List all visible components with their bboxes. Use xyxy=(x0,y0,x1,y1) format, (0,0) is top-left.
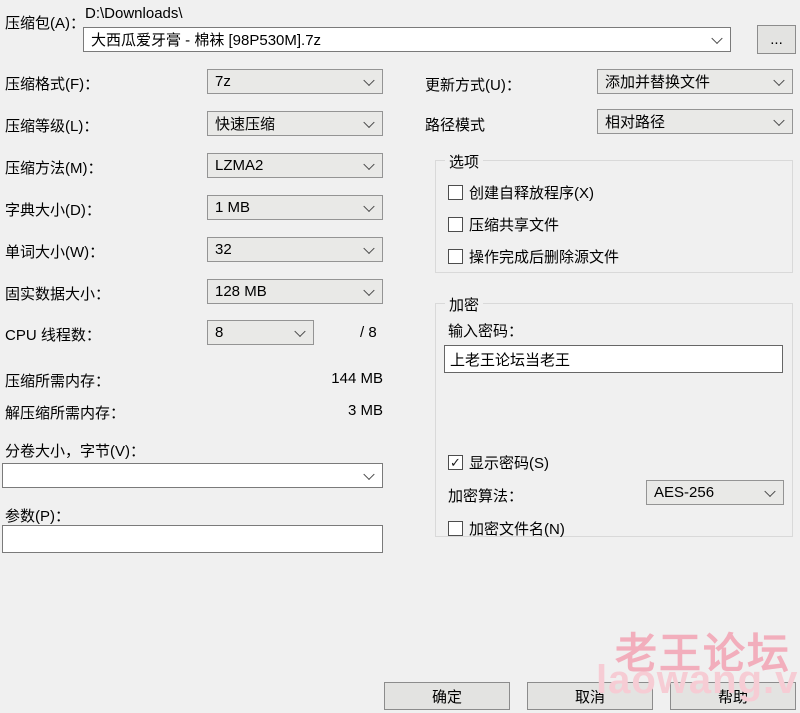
checkbox-compress-shared[interactable]: 压缩共享文件 xyxy=(448,214,559,235)
update-mode-value: 添加并替换文件 xyxy=(605,71,710,92)
level-dropdown[interactable]: 快速压缩 xyxy=(207,111,383,136)
path-mode-value: 相对路径 xyxy=(605,111,665,132)
chevron-down-icon xyxy=(363,158,374,169)
checkbox-icon[interactable] xyxy=(448,217,463,232)
word-size-value: 32 xyxy=(215,241,232,258)
encryption-method-value: AES-256 xyxy=(654,484,714,501)
solid-block-value: 128 MB xyxy=(215,283,267,300)
split-volume-label: 分卷大小，字节(V)： xyxy=(5,440,145,461)
encryption-group-title: 加密 xyxy=(445,294,483,315)
format-value: 7z xyxy=(215,73,231,90)
cpu-threads-max: / 8 xyxy=(360,324,377,341)
watermark-text: 老王论坛 xyxy=(615,620,791,681)
cpu-threads-label: CPU 线程数： xyxy=(5,324,101,345)
split-volume-combobox[interactable] xyxy=(2,463,383,488)
word-size-label: 单词大小(W)： xyxy=(5,241,104,262)
browse-button[interactable]: ... xyxy=(757,25,796,54)
options-group-title: 选项 xyxy=(445,151,483,172)
update-mode-dropdown[interactable]: 添加并替换文件 xyxy=(597,69,793,94)
chevron-down-icon xyxy=(363,284,374,295)
archive-label: 压缩包(A)： xyxy=(5,12,85,33)
parameters-input[interactable] xyxy=(2,525,383,553)
path-mode-dropdown[interactable]: 相对路径 xyxy=(597,109,793,134)
chevron-down-icon xyxy=(764,485,775,496)
cpu-threads-dropdown[interactable]: 8 xyxy=(207,320,314,345)
parameters-label: 参数(P)： xyxy=(5,505,70,526)
checkbox-label: 加密文件名(N) xyxy=(469,518,565,539)
checkbox-create-sfx[interactable]: 创建自释放程序(X) xyxy=(448,182,594,203)
dictionary-dropdown[interactable]: 1 MB xyxy=(207,195,383,220)
chevron-down-icon xyxy=(711,32,722,43)
chevron-down-icon xyxy=(294,325,305,336)
encryption-method-dropdown[interactable]: AES-256 xyxy=(646,480,784,505)
solid-block-dropdown[interactable]: 128 MB xyxy=(207,279,383,304)
dictionary-value: 1 MB xyxy=(215,199,250,216)
help-button[interactable]: 帮助 xyxy=(670,682,796,710)
checkbox-icon[interactable] xyxy=(448,249,463,264)
encryption-groupbox: 加密 输入密码： 显示密码(S) 加密算法： AES-256 加密文件名(N) xyxy=(435,303,793,537)
format-label: 压缩格式(F)： xyxy=(5,73,99,94)
chevron-down-icon xyxy=(363,242,374,253)
checkbox-delete-after[interactable]: 操作完成后删除源文件 xyxy=(448,246,619,267)
options-groupbox: 选项 创建自释放程序(X) 压缩共享文件 操作完成后删除源文件 xyxy=(435,160,793,273)
method-label: 压缩方法(M)： xyxy=(5,157,103,178)
word-size-dropdown[interactable]: 32 xyxy=(207,237,383,262)
dictionary-label: 字典大小(D)： xyxy=(5,199,101,220)
memory-decompress-value: 3 MB xyxy=(280,402,383,419)
update-mode-label: 更新方式(U)： xyxy=(425,74,521,95)
chevron-down-icon xyxy=(363,200,374,211)
archive-filename-text: 大西瓜爱牙膏 - 棉袜 [98P530M].7z xyxy=(91,29,321,50)
format-dropdown[interactable]: 7z xyxy=(207,69,383,94)
method-value: LZMA2 xyxy=(215,157,263,174)
password-label: 输入密码： xyxy=(448,320,523,341)
memory-compress-value: 144 MB xyxy=(280,370,383,387)
memory-compress-label: 压缩所需内存： xyxy=(5,370,110,391)
checkbox-encrypt-filenames[interactable]: 加密文件名(N) xyxy=(448,518,565,539)
cpu-threads-value: 8 xyxy=(215,324,223,341)
chevron-down-icon xyxy=(363,468,374,479)
chevron-down-icon xyxy=(363,116,374,127)
checkbox-icon[interactable] xyxy=(448,455,463,470)
checkbox-icon[interactable] xyxy=(448,185,463,200)
method-dropdown[interactable]: LZMA2 xyxy=(207,153,383,178)
checkbox-label: 显示密码(S) xyxy=(469,452,549,473)
password-input[interactable] xyxy=(444,345,783,373)
checkbox-label: 操作完成后删除源文件 xyxy=(469,246,619,267)
ok-button[interactable]: 确定 xyxy=(384,682,510,710)
checkbox-label: 创建自释放程序(X) xyxy=(469,182,594,203)
checkbox-icon[interactable] xyxy=(448,521,463,536)
level-value: 快速压缩 xyxy=(215,113,275,134)
cancel-button[interactable]: 取消 xyxy=(527,682,653,710)
encryption-method-label: 加密算法： xyxy=(448,485,523,506)
archive-filename-combobox[interactable]: 大西瓜爱牙膏 - 棉袜 [98P530M].7z xyxy=(83,27,731,52)
memory-decompress-label: 解压缩所需内存： xyxy=(5,402,125,423)
path-mode-label: 路径模式 xyxy=(425,114,485,135)
checkbox-label: 压缩共享文件 xyxy=(469,214,559,235)
checkbox-show-password[interactable]: 显示密码(S) xyxy=(448,452,549,473)
archive-path: D:\Downloads\ xyxy=(85,5,183,22)
chevron-down-icon xyxy=(773,74,784,85)
level-label: 压缩等级(L)： xyxy=(5,115,98,136)
chevron-down-icon xyxy=(363,74,374,85)
solid-block-label: 固实数据大小： xyxy=(5,283,110,304)
chevron-down-icon xyxy=(773,114,784,125)
